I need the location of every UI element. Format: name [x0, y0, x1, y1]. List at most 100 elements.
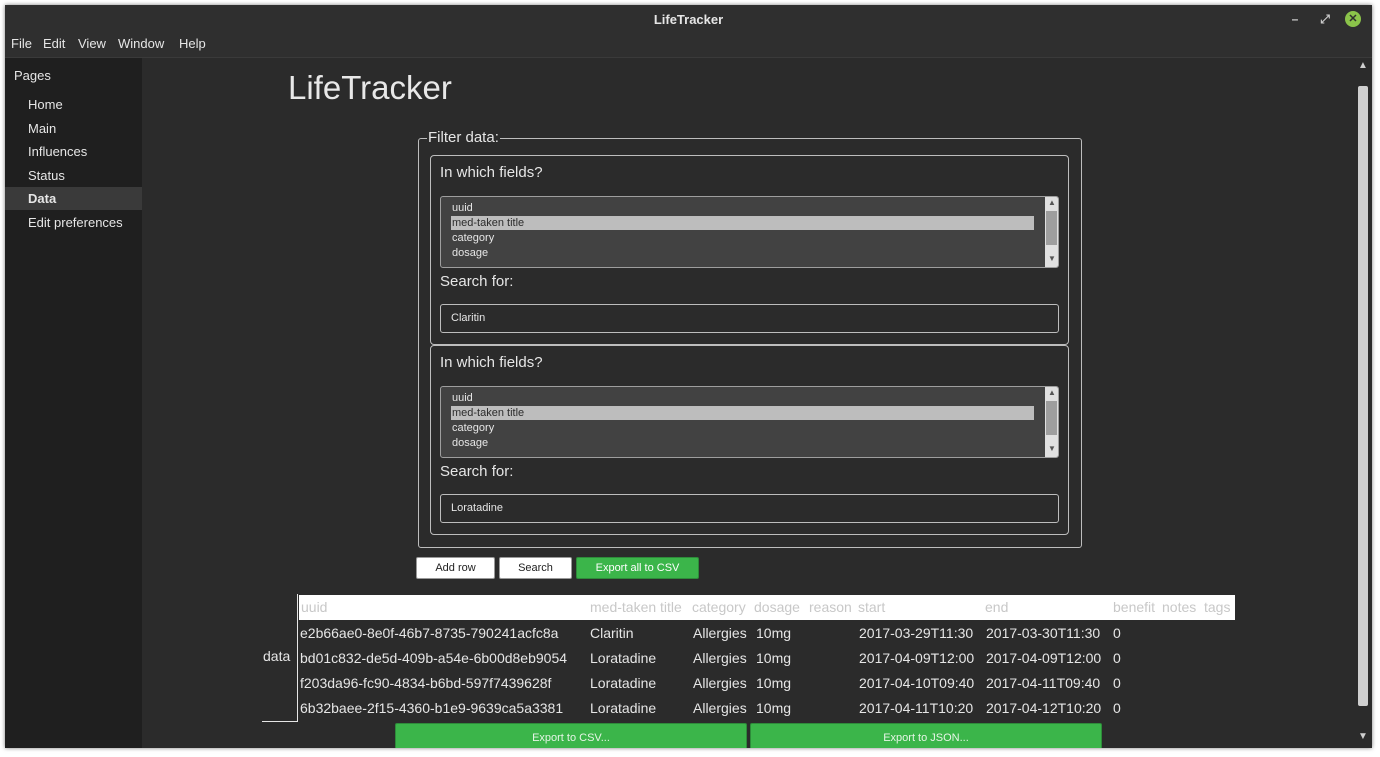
cell-category[interactable]: Allergies	[693, 625, 747, 641]
cell-category[interactable]: Allergies	[693, 675, 747, 691]
cell-end[interactable]: 2017-04-12T10:20	[986, 700, 1101, 716]
cell-dosage[interactable]: 10mg	[756, 625, 791, 641]
search-button[interactable]: Search	[499, 557, 572, 579]
cell-start[interactable]: 2017-03-29T11:30	[859, 625, 973, 641]
cell-title[interactable]: Claritin	[590, 625, 634, 641]
table-name: data	[263, 648, 291, 664]
sidebar-item-home[interactable]: Home	[5, 93, 142, 116]
sidebar-item-label: Data	[28, 191, 57, 206]
column-header-start[interactable]: start	[858, 599, 885, 615]
chevron-up-icon[interactable]: ▲	[1048, 388, 1056, 397]
scrollbar-thumb[interactable]	[1358, 86, 1368, 706]
cell-title[interactable]: Loratadine	[590, 700, 656, 716]
search-input-value: Claritin	[451, 312, 486, 324]
cell-uuid[interactable]: f203da96-fc90-4834-b6bd-597f7439628f	[300, 675, 551, 691]
listbox-option[interactable]: dosage	[451, 436, 1034, 450]
cell-start[interactable]: 2017-04-09T12:00	[859, 650, 974, 666]
page-scrollbar[interactable]: ▲ ▼	[1355, 58, 1372, 748]
cell-benefit[interactable]: 0	[1113, 625, 1121, 641]
page-title: LifeTracker	[288, 69, 452, 106]
cell-title[interactable]: Loratadine	[590, 650, 656, 666]
listbox-scrollbar[interactable]: ▲ ▼	[1045, 387, 1058, 457]
sidebar-section-title: Pages	[14, 68, 51, 83]
sidebar-item-status[interactable]: Status	[5, 164, 142, 187]
table-bottom-border	[262, 721, 298, 722]
cell-category[interactable]: Allergies	[693, 700, 747, 716]
title-bar: LifeTracker – ⤢ ✕	[5, 5, 1372, 33]
cell-benefit[interactable]: 0	[1113, 675, 1121, 691]
column-header-category[interactable]: category	[692, 599, 746, 615]
chevron-down-icon[interactable]: ▼	[1048, 444, 1056, 453]
fields-listbox[interactable]: uuid med-taken title category dosage ▲ ▼	[440, 196, 1059, 268]
scrollbar-thumb[interactable]	[1046, 401, 1057, 435]
listbox-option[interactable]: uuid	[451, 391, 1034, 405]
filter-block: In which fields? uuid med-taken title ca…	[430, 345, 1069, 535]
column-header-dosage[interactable]: dosage	[754, 599, 800, 615]
chevron-up-icon[interactable]: ▲	[1358, 60, 1368, 71]
add-row-button[interactable]: Add row	[416, 557, 495, 579]
cell-title[interactable]: Loratadine	[590, 675, 656, 691]
sidebar-item-label: Edit preferences	[28, 215, 123, 230]
cell-uuid[interactable]: 6b32baee-2f15-4360-b1e9-9639ca5a3381	[300, 700, 563, 716]
cell-start[interactable]: 2017-04-10T09:40	[859, 675, 974, 691]
listbox-option-selected[interactable]: med-taken title	[451, 406, 1034, 420]
menu-help[interactable]: Help	[179, 36, 206, 51]
menu-file[interactable]: File	[11, 36, 32, 51]
cell-benefit[interactable]: 0	[1113, 650, 1121, 666]
window-title: LifeTracker	[653, 12, 724, 27]
minimize-icon[interactable]: –	[1287, 11, 1303, 27]
column-header-benefit[interactable]: benefit	[1113, 599, 1155, 615]
export-all-csv-button[interactable]: Export all to CSV	[576, 557, 699, 579]
cell-uuid[interactable]: e2b66ae0-8e0f-46b7-8735-790241acfc8a	[300, 625, 558, 641]
sidebar-item-main[interactable]: Main	[5, 117, 142, 140]
sidebar-item-label: Status	[28, 168, 65, 183]
table-header: uuid med-taken title category dosage rea…	[299, 595, 1235, 620]
chevron-down-icon[interactable]: ▼	[1048, 254, 1056, 263]
listbox-option[interactable]: category	[451, 231, 1034, 245]
column-header-reason[interactable]: reason	[809, 599, 852, 615]
search-input[interactable]: Loratadine	[440, 494, 1059, 523]
chevron-down-icon[interactable]: ▼	[1358, 731, 1368, 742]
search-label: Search for:	[440, 463, 514, 480]
column-header-title[interactable]: med-taken title	[590, 599, 682, 615]
cell-end[interactable]: 2017-04-11T09:40	[986, 675, 1100, 691]
sidebar-item-edit-preferences[interactable]: Edit preferences	[5, 211, 142, 234]
listbox-scrollbar[interactable]: ▲ ▼	[1045, 197, 1058, 267]
menu-bar: File Edit View Window Help	[5, 33, 1372, 58]
menu-view[interactable]: View	[78, 36, 106, 51]
filter-legend: Filter data:	[427, 129, 500, 146]
export-json-button[interactable]: Export to JSON...	[750, 723, 1102, 748]
fields-listbox[interactable]: uuid med-taken title category dosage ▲ ▼	[440, 386, 1059, 458]
cell-start[interactable]: 2017-04-11T10:20	[859, 700, 973, 716]
sidebar-item-label: Influences	[28, 144, 88, 159]
sidebar-item-data[interactable]: Data	[5, 187, 142, 210]
cell-dosage[interactable]: 10mg	[756, 675, 791, 691]
listbox-option[interactable]: uuid	[451, 201, 1034, 215]
column-header-tags[interactable]: tags	[1204, 599, 1230, 615]
sidebar-item-influences[interactable]: Influences	[5, 140, 142, 163]
listbox-option-selected[interactable]: med-taken title	[451, 216, 1034, 230]
app-window: LifeTracker – ⤢ ✕ File Edit View Window …	[5, 5, 1372, 748]
cell-end[interactable]: 2017-03-30T11:30	[986, 625, 1100, 641]
restore-icon[interactable]: ⤢	[1317, 11, 1333, 27]
search-input-value: Loratadine	[451, 502, 503, 514]
cell-category[interactable]: Allergies	[693, 650, 747, 666]
export-csv-button[interactable]: Export to CSV...	[395, 723, 747, 748]
cell-dosage[interactable]: 10mg	[756, 700, 791, 716]
cell-dosage[interactable]: 10mg	[756, 650, 791, 666]
menu-window[interactable]: Window	[118, 36, 164, 51]
column-header-uuid[interactable]: uuid	[301, 599, 327, 615]
cell-benefit[interactable]: 0	[1113, 700, 1121, 716]
cell-uuid[interactable]: bd01c832-de5d-409b-a54e-6b00d8eb9054	[300, 650, 567, 666]
listbox-option[interactable]: dosage	[451, 246, 1034, 260]
close-icon[interactable]: ✕	[1345, 11, 1361, 27]
cell-end[interactable]: 2017-04-09T12:00	[986, 650, 1101, 666]
listbox-option[interactable]: category	[451, 421, 1034, 435]
column-header-end[interactable]: end	[985, 599, 1008, 615]
scrollbar-thumb[interactable]	[1046, 211, 1057, 245]
chevron-up-icon[interactable]: ▲	[1048, 198, 1056, 207]
column-header-notes[interactable]: notes	[1162, 599, 1196, 615]
search-input[interactable]: Claritin	[440, 304, 1059, 333]
menu-edit[interactable]: Edit	[43, 36, 65, 51]
fields-label: In which fields?	[440, 354, 543, 371]
